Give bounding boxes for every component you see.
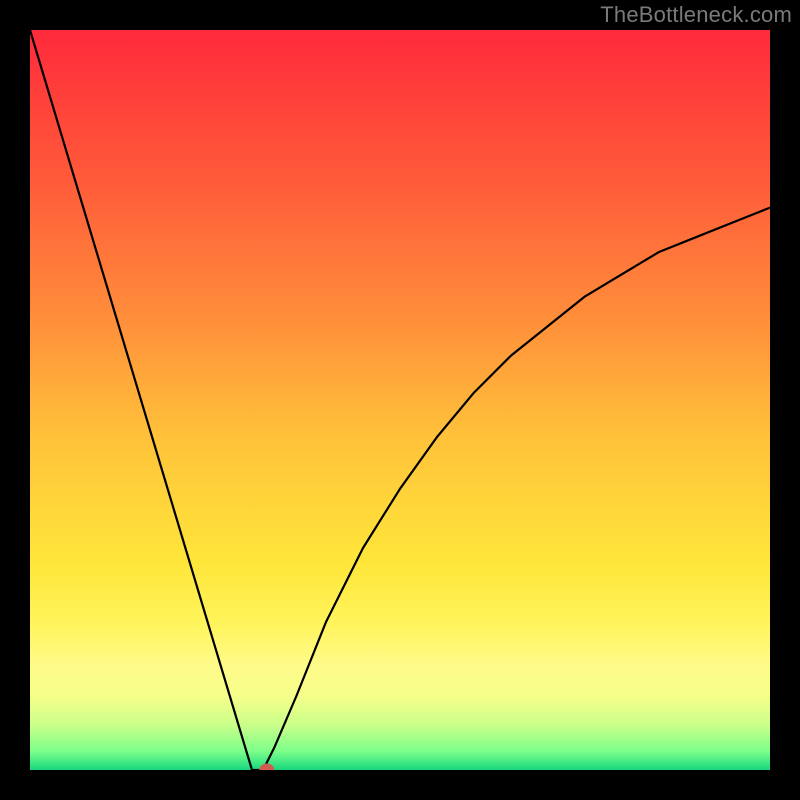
watermark-label: TheBottleneck.com bbox=[600, 2, 792, 28]
plot-area bbox=[30, 30, 770, 770]
chart-container: TheBottleneck.com bbox=[0, 0, 800, 800]
bottleneck-chart bbox=[30, 30, 770, 770]
